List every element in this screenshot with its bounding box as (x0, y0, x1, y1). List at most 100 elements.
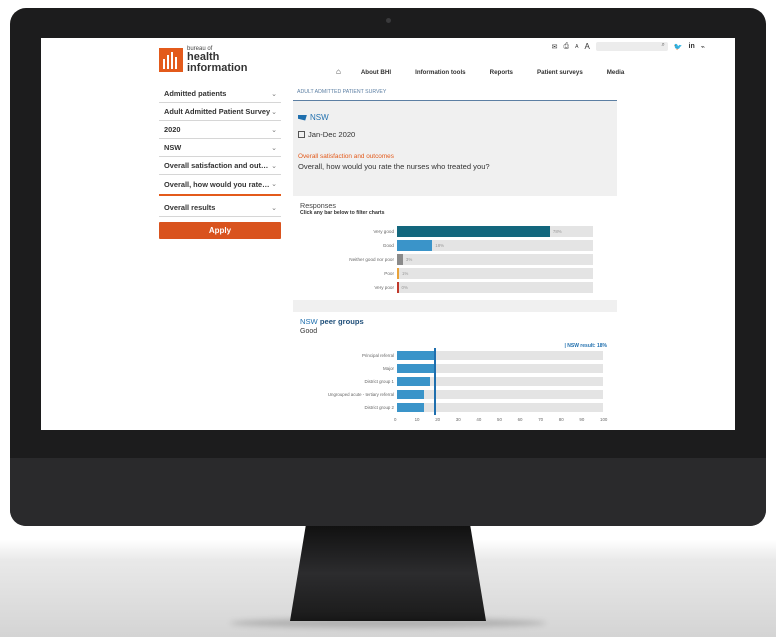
camera (386, 18, 391, 23)
filter-label: Overall results (164, 203, 216, 212)
chevron-down-icon: ⌄ (271, 126, 277, 134)
region-heading: NSW (298, 113, 614, 122)
period-label: Jan-Dec 2020 (308, 130, 356, 139)
filter-label: NSW (164, 143, 182, 152)
linkedin-icon[interactable]: in (689, 43, 695, 50)
calendar-icon (298, 131, 305, 138)
response-bar[interactable] (397, 268, 399, 279)
peer-row: District group 1 (293, 377, 617, 386)
peer-groups-card: NSW peer groups Good | NSW result: 18% P… (293, 312, 617, 430)
peer-bar (397, 390, 424, 399)
question-text: Overall, how would you rate the nurses w… (298, 162, 490, 171)
selection-summary: NSW Jan-Dec 2020 Overall satisfaction an… (298, 113, 614, 171)
top-navigation: ⌂ About BHI Information tools Reports Pa… (336, 67, 648, 76)
response-bar[interactable] (397, 254, 403, 265)
chevron-down-icon: ⌄ (271, 181, 277, 188)
peer-row: Major (293, 364, 617, 373)
stage: bureau of health information ✉ ⎙ A A ⌕ 🐦… (0, 0, 776, 637)
nsw-result-line (434, 348, 436, 415)
response-label: Very poor (374, 285, 394, 290)
search-icon[interactable]: ⌕ (661, 42, 664, 49)
chevron-down-icon: ⌄ (271, 204, 277, 212)
response-value-label: 78% (552, 229, 562, 234)
region-label: NSW (310, 113, 329, 122)
responses-card: Responses Click any bar below to filter … (293, 196, 617, 300)
response-row[interactable]: Good 18% (293, 240, 617, 251)
response-bar-track[interactable]: 18% (397, 240, 593, 251)
peer-bar-track (397, 364, 603, 373)
response-bar-track[interactable]: 0% (397, 282, 593, 293)
response-row[interactable]: Very good 78% (293, 226, 617, 237)
divider (159, 194, 281, 196)
logo-mark-icon (159, 48, 183, 72)
response-row[interactable]: Very poor 0% (293, 282, 617, 293)
peer-bar (397, 364, 435, 373)
filter-label: Overall, how would you rate… (164, 179, 270, 189)
nav-about-bhi[interactable]: About BHI (361, 69, 391, 76)
print-icon[interactable]: ⎙ (564, 43, 570, 51)
bhi-logo[interactable]: bureau of health information (159, 46, 248, 74)
twitter-icon[interactable]: 🐦 (674, 43, 683, 51)
search-input[interactable]: ⌕ (595, 42, 668, 51)
filter-year[interactable]: 2020 ⌄ (159, 121, 281, 139)
peer-label: Ungrouped acute - tertiary referral (327, 392, 394, 397)
filter-region[interactable]: NSW ⌄ (159, 139, 281, 157)
monitor-stand (290, 526, 486, 621)
filter-label: Overall satisfaction and out… (164, 161, 269, 170)
email-icon[interactable]: ✉ (552, 43, 558, 51)
rss-icon[interactable]: ⌁ (701, 43, 705, 51)
nav-patient-surveys[interactable]: Patient surveys (537, 69, 583, 76)
peer-bar (397, 377, 430, 386)
filter-question[interactable]: Overall, how would you rate… ⌄ (159, 175, 281, 193)
nav-media[interactable]: Media (607, 69, 625, 76)
peer-bar (397, 351, 435, 360)
filter-survey[interactable]: Adult Admitted Patient Survey ⌄ (159, 103, 281, 121)
peer-label: District group 2 (364, 405, 394, 410)
response-bar[interactable] (397, 226, 550, 237)
font-decrease-button[interactable]: A (575, 44, 578, 50)
apply-button[interactable]: Apply (159, 222, 281, 239)
response-row[interactable]: Neither good nor poor 3% (293, 254, 617, 265)
peer-label: Major (383, 366, 394, 371)
responses-title: Responses (300, 201, 336, 210)
filter-label: Adult Admitted Patient Survey (164, 107, 271, 116)
x-tick-label: 60 (517, 417, 523, 422)
stand-shadow (230, 618, 546, 628)
response-label: Poor (384, 271, 394, 276)
response-bar-track[interactable]: 78% (397, 226, 593, 237)
peer-label: District group 1 (364, 379, 394, 384)
x-tick-label: 40 (476, 417, 482, 422)
filter-result-type[interactable]: Overall results ⌄ (159, 199, 281, 217)
nav-information-tools[interactable]: Information tools (415, 69, 466, 76)
peer-bar-track (397, 390, 603, 399)
peer-row: Principal referral (293, 351, 617, 360)
filter-patient-type[interactable]: Admitted patients ⌄ (159, 85, 281, 103)
x-tick-label: 10 (414, 417, 420, 422)
response-label: Good (382, 243, 394, 248)
filter-topic[interactable]: Overall satisfaction and out… ⌄ (159, 157, 281, 175)
nav-reports[interactable]: Reports (490, 69, 513, 76)
question-topic: Overall satisfaction and outcomes (298, 153, 394, 160)
response-bar-track[interactable]: 1% (397, 268, 593, 279)
response-value-label: 1% (401, 271, 409, 276)
logo-text: bureau of health information (187, 46, 248, 74)
nsw-result-label: | NSW result: 18% (564, 343, 607, 349)
x-tick-label: 70 (538, 417, 544, 422)
chevron-down-icon: ⌄ (271, 162, 277, 170)
site-header: bureau of health information ✉ ⎙ A A ⌕ 🐦… (41, 38, 735, 83)
response-row[interactable]: Poor 1% (293, 268, 617, 279)
peer-row: Ungrouped acute - tertiary referral (293, 390, 617, 399)
response-bar[interactable] (397, 240, 433, 251)
chevron-down-icon: ⌄ (271, 144, 277, 152)
filter-label: 2020 (164, 125, 181, 134)
response-value-label: 3% (405, 257, 413, 262)
x-tick-label: 90 (579, 417, 585, 422)
response-bar[interactable] (397, 282, 399, 293)
peer-title-region: NSW (300, 317, 318, 326)
peer-bar-track (397, 351, 603, 360)
filter-label: Admitted patients (164, 89, 227, 98)
font-increase-button[interactable]: A (584, 42, 589, 51)
breadcrumb[interactable]: ADULT ADMITTED PATIENT SURVEY (293, 83, 617, 101)
home-icon[interactable]: ⌂ (336, 67, 341, 76)
response-bar-track[interactable]: 3% (397, 254, 593, 265)
